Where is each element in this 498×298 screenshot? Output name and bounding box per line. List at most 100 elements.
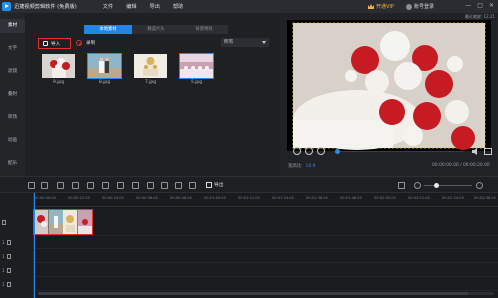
fullscreen-button[interactable] [484,148,492,155]
clip-frame [77,210,92,234]
playhead[interactable] [34,193,35,298]
maximize-button[interactable]: □ [477,2,483,9]
play-button[interactable] [293,147,301,155]
menu-help[interactable]: 帮助 [173,3,183,10]
preview-canvas [287,20,491,151]
file-type-value: 所有 [224,40,234,45]
media-item[interactable]: 5.jpg [179,53,214,85]
lock-icon[interactable] [6,281,11,287]
aspect-ratio-value: 16:9 [305,164,316,169]
menu-export[interactable]: 导出 [150,3,160,10]
app-title: 迅捷视频剪辑软件 (免费版) [14,4,77,10]
ruler-tick-label: 00:02:36.00 [474,196,496,200]
zoom-icon[interactable] [117,182,124,189]
ruler-tick-label: 00:02:12.00 [408,196,430,200]
volume-icon[interactable] [472,148,480,155]
ruler-tick-label: 00:00:36.00 [136,196,158,200]
media-item[interactable]: 7.jpg [134,54,167,85]
lock-icon[interactable] [6,267,11,273]
media-tabs: 本地素材 精美片头 背景特效 [84,25,228,34]
tab-local-material[interactable]: 本地素材 [84,25,132,34]
sidebar-item-transition[interactable]: 转场 [0,114,25,120]
import-button[interactable]: 导入 [38,38,71,49]
crop-icon[interactable] [102,182,109,189]
menu-file[interactable]: 文件 [103,3,113,10]
track-header: 1 [2,237,32,247]
time-ruler[interactable]: 00:00:00.00 00:00:12.00 00:00:24.00 00:0… [34,193,498,207]
record-icon [76,40,82,46]
media-filename: 8.jpg [99,80,110,85]
timeline: 1 1 1 1 00:00:00.00 00:00:12.00 00:00:24… [0,193,498,298]
ruler-tick-label: 00:01:12.00 [238,196,260,200]
sidebar-item-text[interactable]: 文字 [0,45,25,51]
record-screen-icon[interactable] [161,182,168,189]
track-number: 1 [2,253,5,259]
redo-icon[interactable] [41,182,48,189]
import-icon [43,41,48,46]
close-button[interactable]: ✕ [489,2,494,9]
login-button[interactable]: 账号登录 [406,3,434,10]
track-number: 1 [2,239,5,245]
video-track-icon [2,219,6,225]
export-button[interactable]: 导出 [206,181,224,188]
scrollbar-thumb[interactable] [38,292,468,295]
preview-panel: 最近缩放: 12.21 宽高比: 16:9 00:00:00.00 / 00:0… [279,13,498,176]
undo-icon[interactable] [28,182,35,189]
video-clip[interactable] [33,209,93,235]
sidebar-item-overlay[interactable]: 叠附 [0,91,25,97]
minimize-button[interactable]: — [465,2,471,9]
sidebar-item-music[interactable]: 配乐 [0,160,25,166]
video-track[interactable] [34,208,498,236]
sidebar-item-filter[interactable]: 滤镜 [0,68,25,74]
zoom-slider-handle[interactable] [433,183,439,188]
record-button[interactable]: 录制 [76,40,95,46]
tab-intro-templates[interactable]: 精美片头 [132,25,180,34]
media-filename: 9.jpg [53,80,64,85]
gold-cake-thumb [134,54,167,78]
media-item[interactable]: 9.jpg [42,54,75,85]
edit-toolbar: 导出 [0,176,498,193]
ruler-tick-label: 00:01:48.00 [340,196,362,200]
timeline-scrollbar[interactable] [38,292,494,295]
zoom-slider[interactable] [424,185,472,186]
sidebar-item-material[interactable]: 素材 [0,22,25,28]
login-label: 账号登录 [414,4,435,10]
edit-icon[interactable] [57,182,64,189]
audio-track[interactable] [34,278,498,291]
fit-timeline-icon[interactable] [398,182,405,189]
file-type-select[interactable]: 所有 [221,38,269,47]
menu-bar: 文件 编辑 导出 帮助 [103,3,184,10]
clip-frame [48,210,63,234]
ruler-tick-label: 00:00:00.00 [34,196,56,200]
audio-track[interactable] [34,264,498,277]
tab-background-effects[interactable]: 背景特效 [180,25,228,34]
mic-icon[interactable] [175,182,182,189]
mosaic-icon[interactable] [132,182,139,189]
zoom-in-button[interactable] [476,182,483,189]
sidebar-item-animation[interactable]: 动画 [0,137,25,143]
import-label: 导入 [51,41,61,47]
wedding-couple-thumb [87,53,122,79]
lock-icon[interactable] [6,253,11,259]
next-frame-button[interactable] [317,147,325,155]
clip-frame [63,210,78,234]
media-filename: 5.jpg [191,80,202,85]
title-bar: 迅捷视频剪辑软件 (免费版) 文件 编辑 导出 帮助 开通VIP 账号登录 — … [0,0,498,13]
menu-edit[interactable]: 编辑 [126,3,136,10]
stop-button[interactable] [305,147,313,155]
lock-icon[interactable] [6,239,11,245]
vip-label: 开通VIP [376,4,394,10]
preview-image [287,20,491,151]
vip-button[interactable]: 开通VIP [368,3,394,10]
seek-handle[interactable] [335,149,340,154]
audio-track[interactable] [34,250,498,263]
aspect-ratio-select[interactable]: 宽高比: 16:9 [288,163,316,169]
split-icon[interactable] [72,182,79,189]
delete-icon[interactable] [87,182,94,189]
seek-bar[interactable] [335,151,463,152]
audio-track[interactable] [34,236,498,249]
media-item[interactable]: 8.jpg [87,53,122,85]
freeze-icon[interactable] [147,182,154,189]
voice-icon[interactable] [189,182,196,189]
zoom-out-button[interactable] [414,182,421,189]
